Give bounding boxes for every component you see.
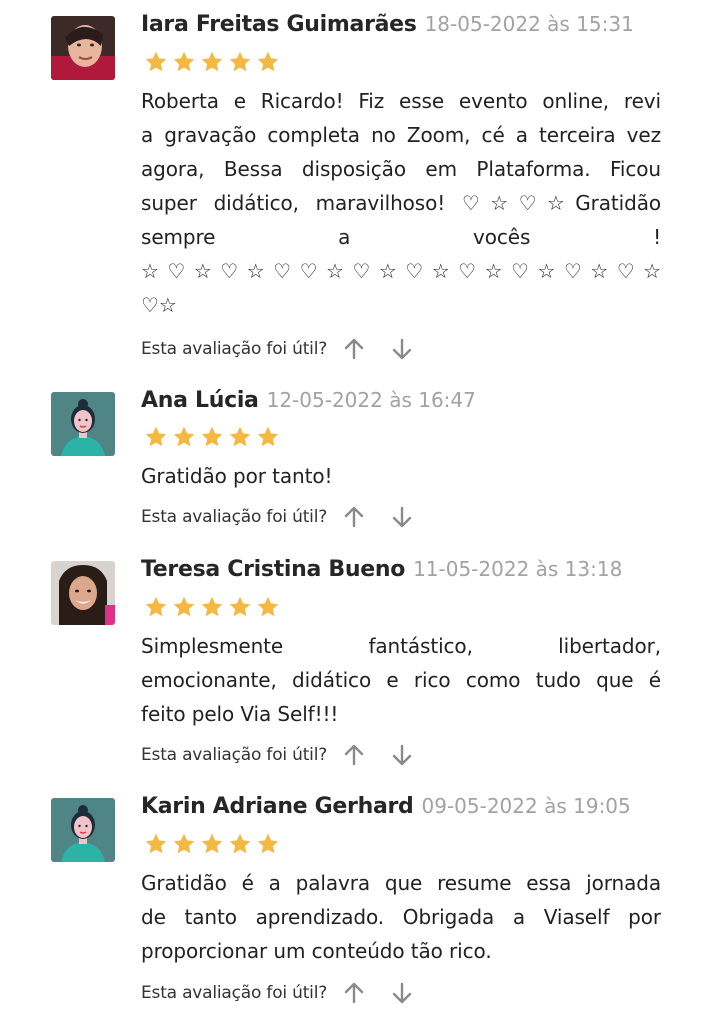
review-author: Iara Freitas Guimarães xyxy=(141,12,417,37)
star-icon xyxy=(172,832,196,856)
review-text-line: Gratidão por tanto! xyxy=(141,464,333,488)
avatar xyxy=(51,798,115,862)
star-icon xyxy=(200,425,224,449)
review-text: Simplesmente fantástico, libertador, emo… xyxy=(141,629,661,731)
star-icon xyxy=(144,595,168,619)
rating-stars xyxy=(144,425,284,449)
avatar xyxy=(51,16,115,80)
star-icon xyxy=(228,595,252,619)
helpful-label: Esta avaliação foi útil? xyxy=(141,339,328,359)
upvote-arrow-icon[interactable] xyxy=(341,980,367,1006)
star-icon xyxy=(200,595,224,619)
helpful-prompt: Esta avaliação foi útil? xyxy=(141,978,415,1008)
review-text-line: ☆♡☆♡☆♡♡☆♡☆♡☆♡☆♡☆♡☆♡☆ xyxy=(141,259,661,283)
star-icon xyxy=(200,50,224,74)
helpful-label: Esta avaliação foi útil? xyxy=(141,507,328,527)
avatar xyxy=(51,392,115,456)
review-text-line: emocionante, didático e rico como tudo q… xyxy=(141,668,661,692)
star-icon xyxy=(228,832,252,856)
downvote-arrow-icon[interactable] xyxy=(389,504,415,530)
helpful-prompt: Esta avaliação foi útil? xyxy=(141,502,415,532)
review-text: Gratidão por tanto! xyxy=(141,459,661,493)
review-date: 18-05-2022 às 15:31 xyxy=(424,12,634,36)
star-icon xyxy=(256,425,280,449)
review-date: 11-05-2022 às 13:18 xyxy=(413,557,623,581)
downvote-arrow-icon[interactable] xyxy=(389,742,415,768)
review-text: Gratidão é a palavra que resume essa jor… xyxy=(141,866,661,968)
helpful-label: Esta avaliação foi útil? xyxy=(141,983,328,1003)
rating-stars xyxy=(144,50,284,74)
review-text-line: feito pelo Via Self!!! xyxy=(141,702,339,726)
star-icon xyxy=(228,425,252,449)
upvote-arrow-icon[interactable] xyxy=(341,336,367,362)
review-text: Roberta e Ricardo! Fiz esse evento onlin… xyxy=(141,84,661,322)
review-text-line: Simplesmente fantástico, libertador, xyxy=(141,634,661,658)
review-date: 09-05-2022 às 19:05 xyxy=(421,794,631,818)
review-text-line: sempre a vocês ! xyxy=(141,225,661,249)
star-icon xyxy=(256,832,280,856)
star-icon xyxy=(228,50,252,74)
helpful-prompt: Esta avaliação foi útil? xyxy=(141,740,415,770)
review-text-line: super didático, maravilhoso! ♡☆♡☆Gratidã… xyxy=(141,191,661,215)
star-icon xyxy=(144,425,168,449)
review-text-line: Gratidão é a palavra que resume essa jor… xyxy=(141,871,661,895)
downvote-arrow-icon[interactable] xyxy=(389,980,415,1006)
review-author: Teresa Cristina Bueno xyxy=(141,557,406,582)
star-icon xyxy=(172,595,196,619)
rating-stars xyxy=(144,832,284,856)
reviews-list: Iara Freitas Guimarães 18-05-2022 às 15:3… xyxy=(0,0,711,1024)
downvote-arrow-icon[interactable] xyxy=(389,336,415,362)
upvote-arrow-icon[interactable] xyxy=(341,504,367,530)
star-icon xyxy=(256,50,280,74)
review-text-line: Roberta e Ricardo! Fiz esse evento onlin… xyxy=(141,89,661,113)
review-author: Ana Lúcia xyxy=(141,388,259,413)
upvote-arrow-icon[interactable] xyxy=(341,742,367,768)
review-text-line: agora, Bessa disposição em Plataforma. F… xyxy=(141,157,661,181)
review-text-line: a gravação completa no Zoom, cé a tercei… xyxy=(141,123,661,147)
star-icon xyxy=(144,832,168,856)
star-icon xyxy=(144,50,168,74)
review-author: Karin Adriane Gerhard xyxy=(141,794,414,819)
review-text-line: ♡☆ xyxy=(141,293,177,317)
avatar xyxy=(51,561,115,625)
helpful-label: Esta avaliação foi útil? xyxy=(141,745,328,765)
star-icon xyxy=(172,50,196,74)
review-text-line: proporcionar um conteúdo tão rico. xyxy=(141,939,492,963)
rating-stars xyxy=(144,595,284,619)
helpful-prompt: Esta avaliação foi útil? xyxy=(141,334,415,364)
star-icon xyxy=(172,425,196,449)
review-date: 12-05-2022 às 16:47 xyxy=(266,388,476,412)
review-text-line: de tanto aprendizado. Obrigada a Viaself… xyxy=(141,905,661,929)
star-icon xyxy=(256,595,280,619)
star-icon xyxy=(200,832,224,856)
